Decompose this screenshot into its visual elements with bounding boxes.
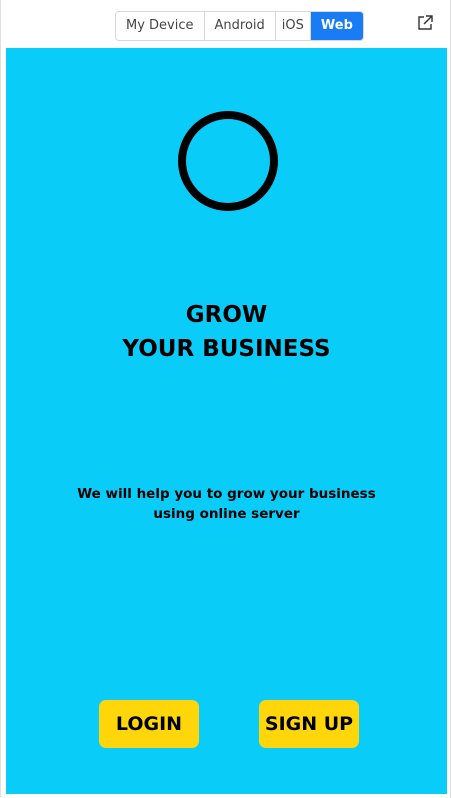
platform-switcher: My Device Android iOS Web — [115, 11, 364, 41]
app-screen: GROW YOUR BUSINESS We will help you to g… — [6, 48, 447, 794]
page-title: GROW YOUR BUSINESS — [6, 298, 447, 366]
signup-button[interactable]: SIGN UP — [259, 700, 359, 748]
tagline-text: We will help you to grow your business u… — [77, 486, 376, 522]
login-button[interactable]: LOGIN — [99, 700, 199, 748]
tab-android[interactable]: Android — [205, 12, 276, 40]
external-link-icon[interactable] — [416, 14, 434, 32]
tab-ios[interactable]: iOS — [276, 12, 311, 40]
preview-frame: My Device Android iOS Web GROW YOUR BUSI… — [0, 0, 451, 798]
preview-toolbar: My Device Android iOS Web — [1, 0, 450, 48]
headline-line-2: YOUR BUSINESS — [122, 336, 331, 362]
ring-logo-icon — [178, 111, 278, 211]
headline-line-1: GROW — [185, 302, 268, 328]
tab-web[interactable]: Web — [310, 12, 363, 40]
tab-my-device[interactable]: My Device — [116, 12, 205, 40]
